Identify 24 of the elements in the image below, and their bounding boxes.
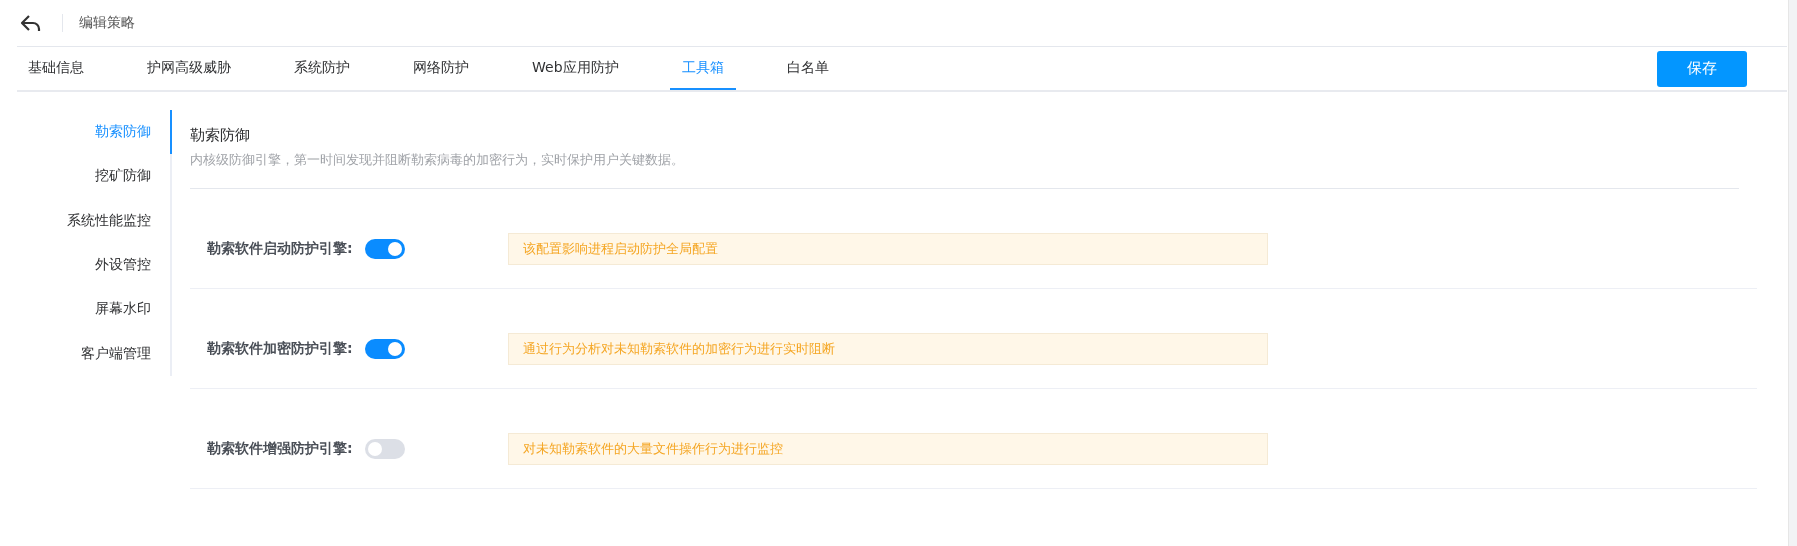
setting-label: 勒索软件加密防护引擎: xyxy=(207,339,354,358)
toggle-switch[interactable] xyxy=(365,238,405,259)
sidebar-item[interactable]: 外设管控 xyxy=(95,243,172,288)
hint-banner: 对未知勒索软件的大量文件操作行为进行监控 xyxy=(508,432,1268,465)
sidebar-item[interactable]: 挖矿防御 xyxy=(95,154,172,199)
section-title: 勒索防御 xyxy=(190,125,251,146)
tab[interactable]: 系统防护 xyxy=(282,47,362,90)
tab[interactable]: Web应用防护 xyxy=(520,47,631,90)
toggle-switch[interactable] xyxy=(365,338,405,359)
tab[interactable]: 白名单 xyxy=(774,47,841,90)
sidebar-item[interactable]: 屏幕水印 xyxy=(95,287,172,332)
sidebar-item[interactable]: 系统性能监控 xyxy=(67,198,172,243)
page-title: 编辑策略 xyxy=(79,14,135,32)
setting-label: 勒索软件增强防护引擎: xyxy=(207,439,354,458)
sidebar-item[interactable]: 客户端管理 xyxy=(81,331,172,376)
tab[interactable]: 网络防护 xyxy=(401,47,481,90)
hint-banner: 通过行为分析对未知勒索软件的加密行为进行实时阻断 xyxy=(508,332,1268,365)
scrollbar[interactable] xyxy=(1788,0,1797,546)
tab[interactable]: 基础信息 xyxy=(17,47,96,90)
tab[interactable]: 护网高级威胁 xyxy=(135,47,243,90)
setting-label: 勒索软件启动防护引擎: xyxy=(207,239,354,258)
hint-banner: 该配置影响进程启动防护全局配置 xyxy=(508,232,1268,265)
toggle-switch[interactable] xyxy=(365,438,405,459)
back-icon[interactable] xyxy=(20,14,42,32)
